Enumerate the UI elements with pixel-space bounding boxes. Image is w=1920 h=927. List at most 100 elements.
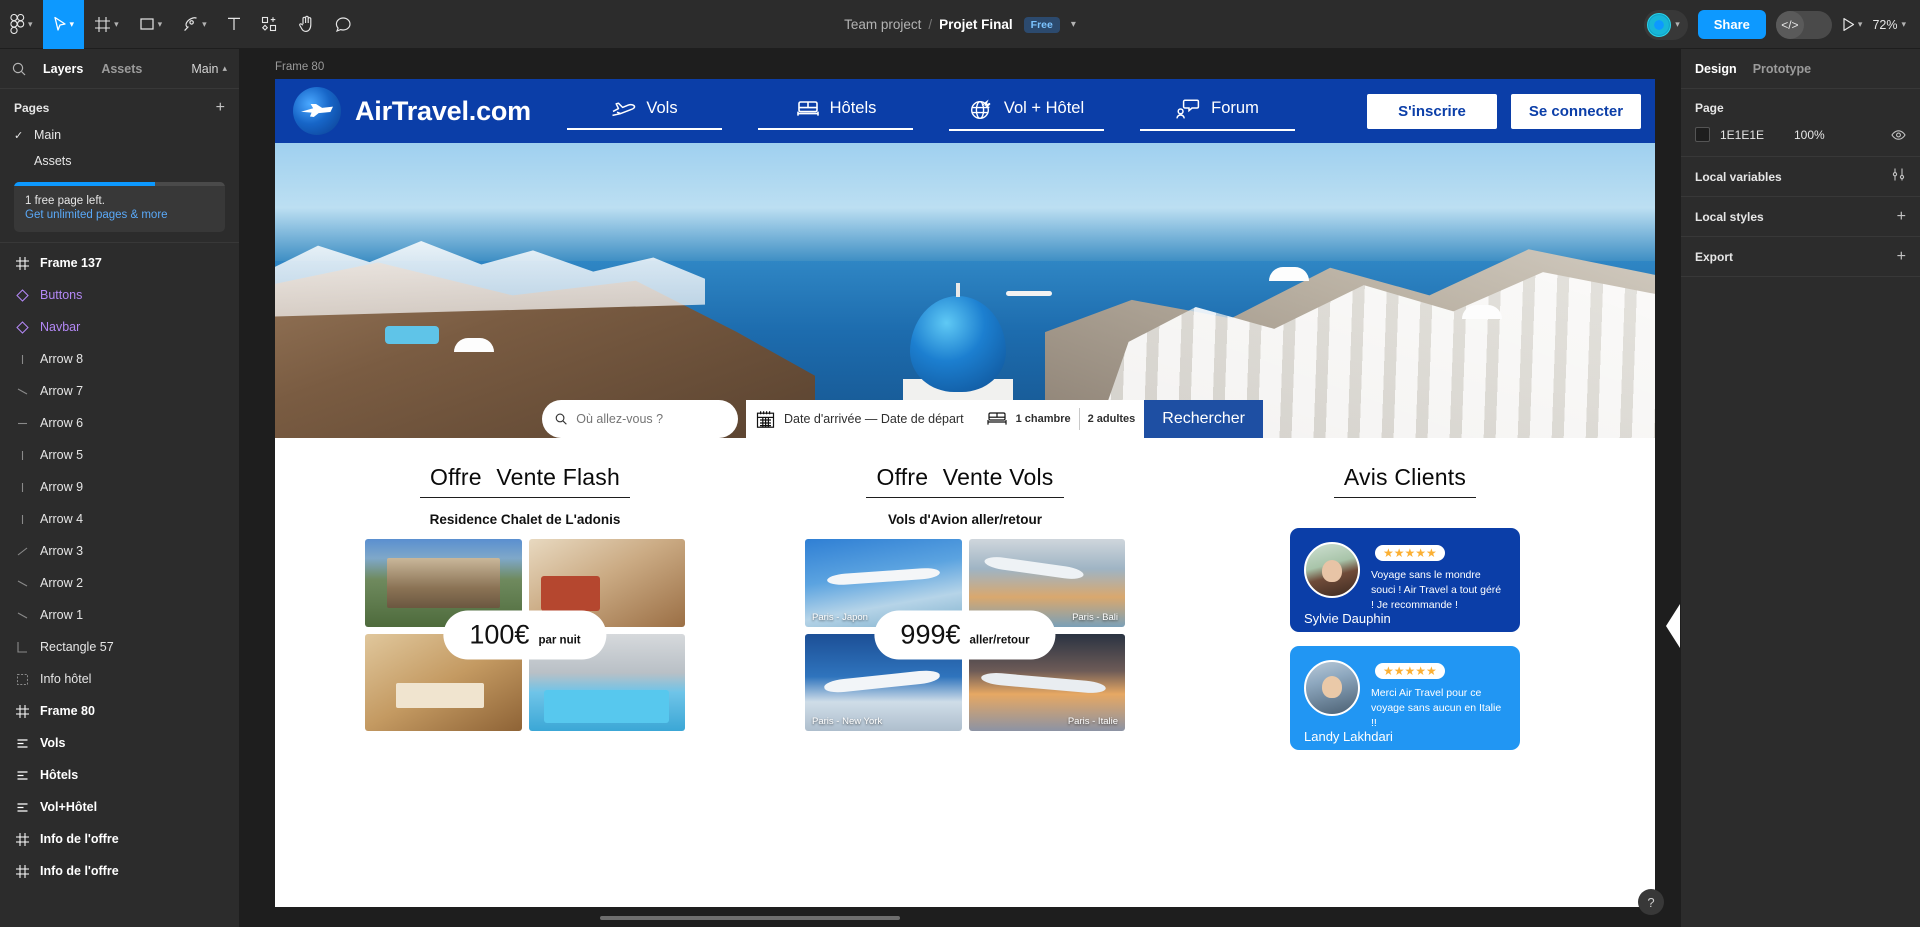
chat-user-icon [1176,98,1200,118]
scrollbar-thumb[interactable] [600,916,900,920]
line-du-icon [14,545,30,558]
stars-icon: ★★★★★ [1383,664,1437,678]
zoom-level-control[interactable]: 72% ▾ [1872,18,1910,32]
promo-text: 1 free page left. [25,195,105,207]
dev-mode-toggle[interactable]: </> [1775,10,1832,39]
search-icon[interactable] [12,62,34,76]
layer-row[interactable]: Frame 137 [0,247,239,279]
text-tool-button[interactable] [217,0,251,49]
export-row[interactable]: Export + [1681,237,1920,277]
local-styles-row[interactable]: Local styles + [1681,197,1920,237]
line-h-icon [14,417,30,430]
breadcrumb-file-name[interactable]: Projet Final [939,17,1013,32]
page-color-opacity[interactable]: 100% [1794,128,1891,142]
layer-name: Frame 137 [40,256,102,270]
site-auth-buttons: S'inscrire Se connecter [1367,93,1641,129]
signup-button[interactable]: S'inscrire [1367,93,1497,129]
search-submit-button[interactable]: Rechercher [1144,400,1263,438]
layer-name: Hôtels [40,768,79,782]
variables-sliders-icon[interactable] [1891,167,1906,187]
layer-row[interactable]: Arrow 9 [0,471,239,503]
design-frame-80[interactable]: AirTravel.com Vols Hôtels Vol + Hôtel Fo… [275,79,1655,907]
layer-name: Arrow 2 [40,576,84,590]
review-card[interactable]: ★★★★★ Voyage sans le mondre souci ! Air … [1290,528,1520,632]
color-swatch[interactable] [1695,127,1710,142]
layer-row[interactable]: Rectangle 57 [0,631,239,663]
layer-row[interactable]: Vol+Hôtel [0,791,239,823]
destination-field[interactable] [542,400,738,438]
layer-row[interactable]: Arrow 3 [0,535,239,567]
layer-row[interactable]: Navbar [0,311,239,343]
selection-handle[interactable] [1666,604,1680,648]
review-text: Voyage sans le mondre souci ! Air Travel… [1371,569,1502,612]
layer-row[interactable]: Arrow 7 [0,375,239,407]
layer-row[interactable]: Hôtels [0,759,239,791]
price-amount: 100€ [469,619,530,650]
layer-row[interactable]: Info de l'offre [0,855,239,887]
layer-row[interactable]: Arrow 4 [0,503,239,535]
tab-layers[interactable]: Layers [34,62,92,76]
frame-label[interactable]: Frame 80 [275,61,324,73]
frame-tool-button[interactable]: ▾ [84,0,129,49]
review-card[interactable]: ★★★★★ Merci Air Travel pour ce voyage sa… [1290,646,1520,750]
reviewer-name: Sylvie Dauphin [1304,611,1391,626]
collaborator-avatar-chip[interactable]: ▾ [1644,9,1688,40]
visibility-eye-icon[interactable] [1891,129,1906,141]
tab-assets[interactable]: Assets [92,62,151,76]
chevron-down-icon: ▾ [114,18,119,29]
offer-subtitle: Residence Chalet de L'adonis [429,512,621,527]
destination-input[interactable] [576,412,724,426]
rooms-guests-field[interactable]: 1 chambre 2 adultes [976,400,1145,438]
help-button[interactable]: ? [1638,889,1664,915]
nav-item-forum[interactable]: Forum [1140,92,1295,131]
nav-item-vols[interactable]: Vols [567,93,722,130]
layer-row[interactable]: Arrow 6 [0,407,239,439]
pages-title: Pages [14,101,50,115]
layer-row[interactable]: Info hôtel [0,663,239,695]
left-sidebar: Layers Assets Main ▴ Pages + ✓ Main Assets… [0,49,240,927]
branch-selector[interactable]: Main ▴ [191,62,227,76]
layer-row[interactable]: Arrow 5 [0,439,239,471]
add-page-icon[interactable]: + [216,100,225,116]
horizontal-scrollbar[interactable] [240,913,1680,923]
layer-row[interactable]: Arrow 8 [0,343,239,375]
figma-menu-button[interactable]: ▾ [0,0,43,49]
login-button[interactable]: Se connecter [1511,93,1641,129]
layer-row[interactable]: Arrow 1 [0,599,239,631]
actions-tool-button[interactable] [251,0,288,49]
review-text: Merci Air Travel pour ce voyage sans auc… [1371,687,1502,730]
hand-tool-button[interactable] [288,0,325,49]
line-v-icon [14,353,30,366]
breadcrumb-team[interactable]: Team project [844,17,921,32]
layer-row[interactable]: Buttons [0,279,239,311]
tab-design[interactable]: Design [1695,62,1737,76]
canvas-viewport[interactable]: Frame 80 AirTravel.com Vols Hôtels Vol +… [240,49,1680,927]
share-button[interactable]: Share [1697,10,1766,39]
layer-name: Vols [40,736,66,750]
layer-name: Rectangle 57 [40,640,114,654]
local-variables-row[interactable]: Local variables [1681,157,1920,197]
add-style-icon[interactable]: + [1897,208,1906,225]
layer-row[interactable]: Arrow 2 [0,567,239,599]
tab-prototype[interactable]: Prototype [1753,62,1811,76]
nav-item-hotels[interactable]: Hôtels [758,93,913,130]
offer-title-part2: Vente Vols [942,464,1054,490]
chevron-down-icon[interactable]: ▾ [1071,19,1076,30]
page-item-main[interactable]: ✓ Main [0,122,239,148]
dates-field[interactable]: Date d'arrivée — Date de départ [746,400,976,438]
shape-tool-button[interactable]: ▾ [129,0,173,49]
nav-item-vol-hotel[interactable]: Vol + Hôtel [949,92,1104,131]
site-logo-text: AirTravel.com [355,95,531,126]
present-button[interactable]: ▾ [1842,17,1862,32]
pen-tool-button[interactable]: ▾ [172,0,217,49]
layer-row[interactable]: Info de l'offre [0,823,239,855]
page-item-assets[interactable]: Assets [0,148,239,174]
layer-row[interactable]: Frame 80 [0,695,239,727]
comment-tool-button[interactable] [325,0,362,49]
move-tool-button[interactable]: ▾ [42,0,85,49]
layer-row[interactable]: Vols [0,727,239,759]
page-color-hex[interactable]: 1E1E1E [1720,128,1794,142]
add-export-icon[interactable]: + [1897,248,1906,265]
promo-upgrade-link[interactable]: Get unlimited pages & more [25,209,214,221]
plan-badge[interactable]: Free [1023,16,1060,33]
